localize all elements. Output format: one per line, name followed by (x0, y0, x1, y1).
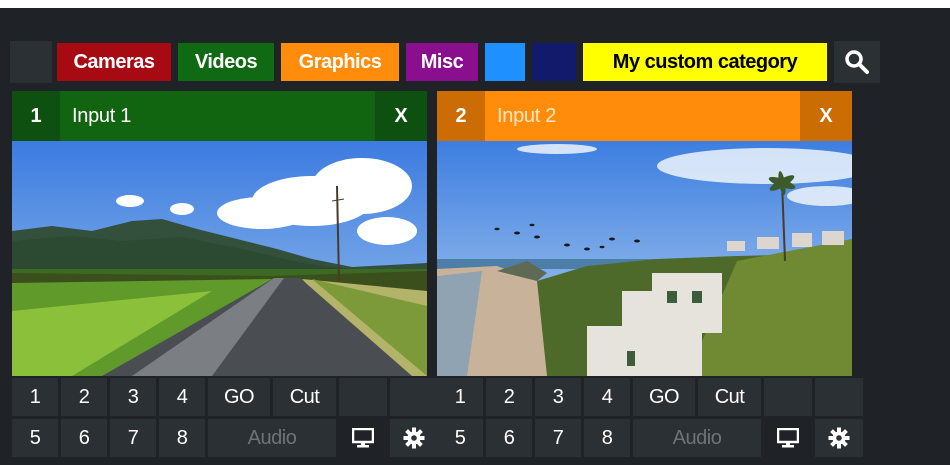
monitor-button[interactable] (339, 419, 387, 457)
empty-slot[interactable] (390, 378, 438, 416)
overlay-button[interactable]: 8 (159, 419, 205, 457)
cut-button[interactable]: Cut (273, 378, 336, 416)
input-header-1[interactable]: 1 Input 1 X (12, 91, 427, 141)
input-panel-2: 2 Input 2 X 1 2 3 4 GO Cut 5 6 7 8 Audio (437, 91, 863, 457)
gear-icon (828, 427, 850, 449)
category-tab-blue[interactable] (483, 41, 527, 83)
overlay-button[interactable]: 3 (110, 378, 156, 416)
go-button[interactable]: GO (633, 378, 695, 416)
audio-button[interactable]: Audio (208, 419, 336, 457)
search-button[interactable] (834, 41, 880, 83)
overlay-button[interactable]: 6 (486, 419, 532, 457)
window-top-edge (0, 0, 950, 8)
category-tab-graphics-label: Graphics (279, 41, 401, 83)
category-tab-cameras-label: Cameras (55, 41, 173, 83)
overlay-button[interactable]: 6 (61, 419, 107, 457)
monitor-icon (352, 428, 374, 448)
category-tab-misc-label: Misc (404, 41, 480, 83)
category-tab-blue-swatch (483, 41, 527, 83)
category-tab-videos[interactable]: Videos (176, 41, 276, 83)
audio-button[interactable]: Audio (633, 419, 761, 457)
input-controls-1: 1 2 3 4 GO Cut 5 6 7 8 Audio (12, 378, 438, 457)
category-tab-graphics[interactable]: Graphics (279, 41, 401, 83)
overlay-button[interactable]: 4 (159, 378, 205, 416)
road-landscape-thumbnail (12, 141, 427, 376)
overlay-button[interactable]: 3 (535, 378, 581, 416)
input-header-2[interactable]: 2 Input 2 X (437, 91, 852, 141)
monitor-button[interactable] (764, 419, 812, 457)
gear-icon (403, 427, 425, 449)
category-tab-misc[interactable]: Misc (404, 41, 480, 83)
category-tabs: Cameras Videos Graphics Misc My custom c… (10, 41, 880, 83)
category-tab-custom[interactable]: My custom category (581, 41, 829, 83)
overlay-button[interactable]: 1 (12, 378, 58, 416)
input-number: 2 (437, 91, 485, 141)
overlay-button[interactable]: 8 (584, 419, 630, 457)
category-tab-navy[interactable] (530, 41, 578, 83)
close-input-button[interactable]: X (800, 91, 852, 141)
overlay-button[interactable]: 7 (110, 419, 156, 457)
overlay-button[interactable]: 5 (12, 419, 58, 457)
empty-slot[interactable] (764, 378, 812, 416)
overlay-button[interactable]: 2 (486, 378, 532, 416)
category-tab-videos-label: Videos (176, 41, 276, 83)
overlay-button[interactable]: 7 (535, 419, 581, 457)
category-tab-blank[interactable] (10, 41, 52, 83)
category-tab-navy-swatch (530, 41, 578, 83)
cut-button[interactable]: Cut (698, 378, 761, 416)
overlay-button[interactable]: 2 (61, 378, 107, 416)
overlay-button[interactable]: 5 (437, 419, 483, 457)
settings-button[interactable] (390, 419, 438, 457)
beach-coast-thumbnail (437, 141, 852, 376)
empty-slot[interactable] (339, 378, 387, 416)
go-button[interactable]: GO (208, 378, 270, 416)
empty-slot[interactable] (815, 378, 863, 416)
category-tab-cameras[interactable]: Cameras (55, 41, 173, 83)
overlay-button[interactable]: 1 (437, 378, 483, 416)
category-tab-custom-label: My custom category (581, 41, 829, 83)
input-title: Input 2 (497, 104, 557, 127)
search-icon (845, 50, 869, 74)
input-preview-1[interactable] (12, 141, 427, 376)
overlay-button[interactable]: 4 (584, 378, 630, 416)
input-panel-1: 1 Input 1 X 1 2 3 4 GO Cut 5 6 7 8 Audio (12, 91, 438, 457)
input-preview-2[interactable] (437, 141, 852, 376)
monitor-icon (777, 428, 799, 448)
close-input-button[interactable]: X (375, 91, 427, 141)
input-controls-2: 1 2 3 4 GO Cut 5 6 7 8 Audio (437, 378, 863, 457)
settings-button[interactable] (815, 419, 863, 457)
input-title: Input 1 (72, 104, 132, 127)
input-number: 1 (12, 91, 60, 141)
